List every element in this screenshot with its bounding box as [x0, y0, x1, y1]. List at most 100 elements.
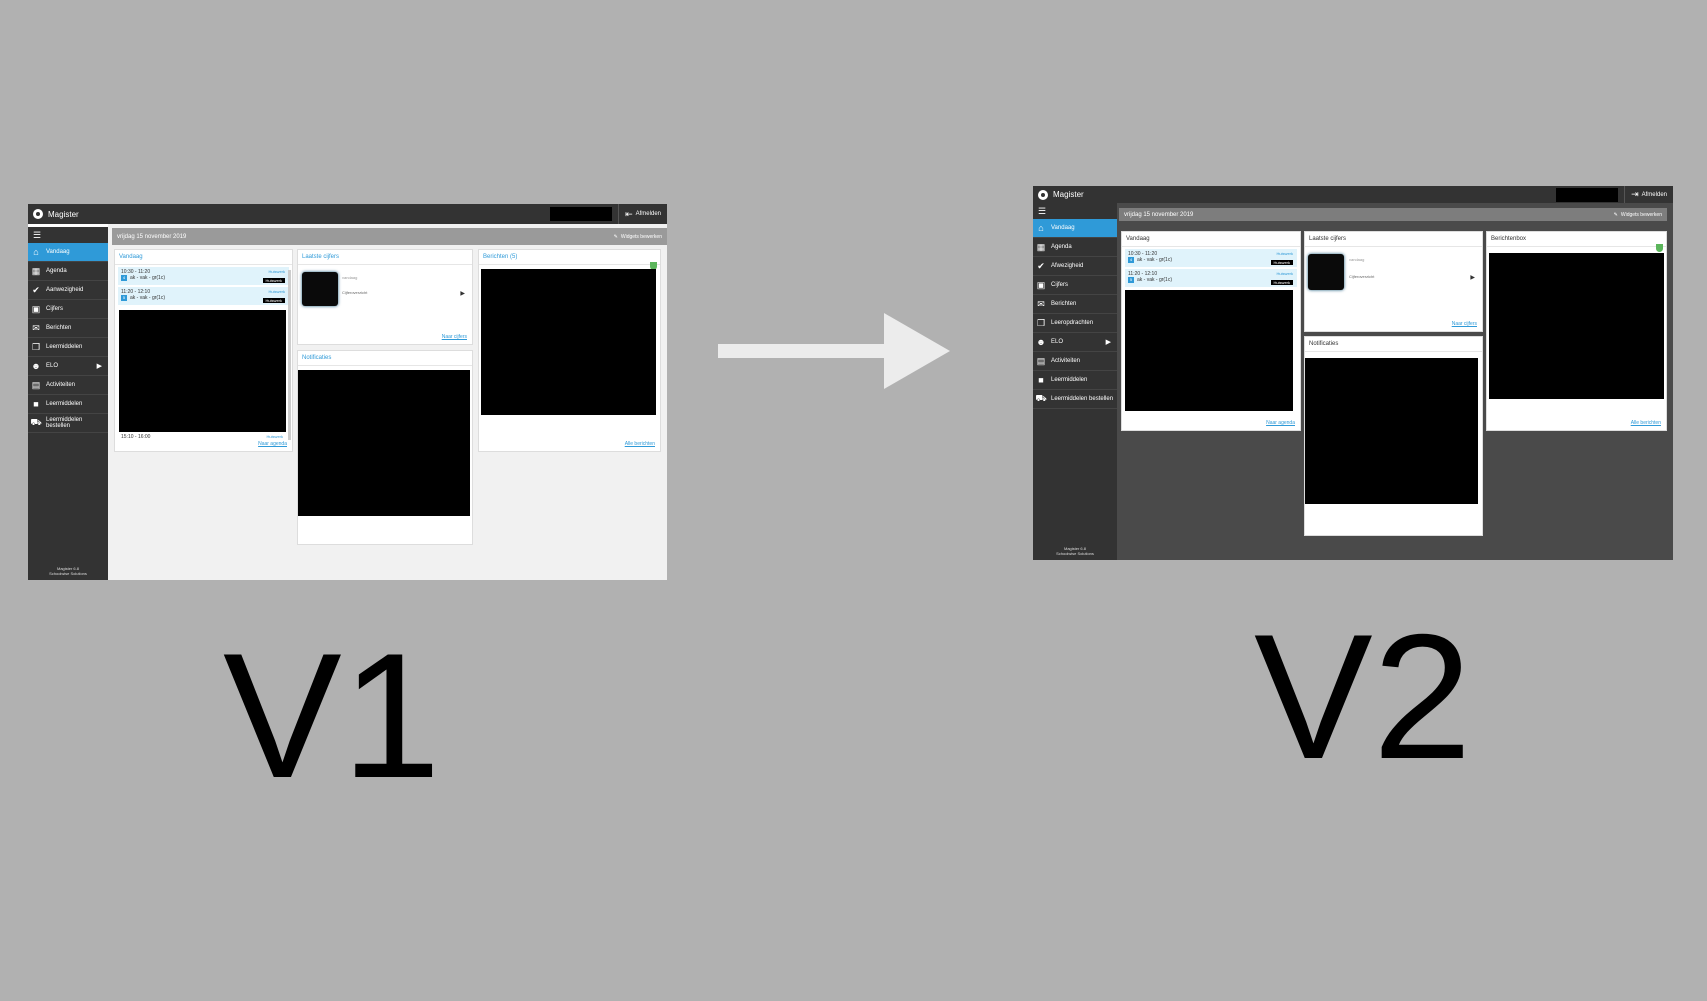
homework-badge[interactable]: Huiswerk: [1277, 271, 1293, 276]
sidebar-item-label: Leermiddelen bestellen: [46, 417, 83, 429]
appointment-time: 15:10 - 16:00: [121, 434, 151, 440]
home-icon: ⌂: [33, 247, 39, 257]
cart-icon: ⛟: [30, 417, 42, 427]
sidebar-item-agenda[interactable]: ▦ Agenda: [1033, 238, 1117, 257]
sidebar-item-aanwezigheid[interactable]: ✔ Aanwezigheid: [28, 281, 108, 300]
v1-topbar: Magister ⇤ Afmelden: [28, 204, 667, 224]
mail-icon: ✉: [1037, 298, 1045, 309]
sidebar-item-agenda[interactable]: ▦ Agenda: [28, 262, 108, 281]
chevron-right-icon[interactable]: ▶: [460, 290, 465, 297]
sidebar-item-cijfers[interactable]: ▣ Cijfers: [28, 300, 108, 319]
grades-icon: ▣: [1036, 279, 1046, 290]
redacted-content: [298, 370, 470, 516]
redacted-content: [481, 269, 656, 415]
homework-chip[interactable]: Huiswerk: [262, 298, 285, 303]
edit-widgets-button[interactable]: ✎ Widgets bewerken: [614, 234, 662, 240]
app-title: Magister: [48, 209, 79, 219]
sidebar-item-activiteiten[interactable]: ▤ Activiteiten: [1033, 352, 1117, 371]
homework-badge[interactable]: Huiswerk: [269, 289, 285, 294]
sidebar-item-leermiddelen[interactable]: ■ Leermiddelen: [28, 395, 108, 414]
alle-berichten-link[interactable]: Alle berichten: [625, 441, 655, 447]
chevron-right-icon: ▶: [96, 363, 102, 370]
appointment-item[interactable]: 10:30 - 11:20 4 ak - vak - gr(1c) Huiswerk H…: [118, 267, 289, 285]
appointment-last[interactable]: 15:10 - 16:00 Huiswerk: [118, 433, 289, 441]
naar-cijfers-link[interactable]: Naar cijfers: [442, 334, 467, 340]
sidebar-item-leermiddelen-bestellen[interactable]: ⛟ Leermiddelen bestellen: [28, 414, 108, 433]
sidebar-item-leermiddelen-bestellen[interactable]: ⛟ Leermiddelen bestellen: [1033, 390, 1117, 409]
sidebar-item-cijfers[interactable]: ▣ Cijfers: [1033, 276, 1117, 295]
check-circle-icon: ✔: [32, 284, 40, 295]
footer-company: Schoolwise Solutions: [1056, 551, 1094, 556]
sidebar-item-leeropdrachten[interactable]: ❒ Leeropdrachten: [1033, 314, 1117, 333]
v1-screenshot: Magister ⇤ Afmelden ☰ ⌂ Vandaag ▦ Agenda ✔ Aa…: [28, 204, 667, 580]
shield-icon: [1656, 244, 1663, 252]
sidebar-item-leermiddelen[interactable]: ■ Leermiddelen: [1033, 371, 1117, 390]
cijfers-panel: Laatste cijfers vandaag Cijferoverzicht …: [297, 249, 473, 345]
home-icon: ⌂: [1038, 223, 1044, 233]
sidebar-item-berichten[interactable]: ✉ Berichten: [1033, 295, 1117, 314]
cart-icon: ⛟: [1035, 393, 1047, 403]
sidebar-item-vandaag[interactable]: ⌂ Vandaag: [1033, 219, 1117, 238]
menu-toggle-icon[interactable]: ☰: [28, 227, 108, 243]
redacted-content: [1125, 290, 1293, 411]
sidebar-item-label: Cijfers: [46, 306, 64, 312]
logout-button[interactable]: ⇥ Afmelden: [1624, 186, 1673, 203]
appointment-course: ak - vak - gr(1c): [1137, 257, 1173, 263]
grade-avatar: [302, 272, 338, 306]
lesson-number: 4: [1128, 257, 1134, 263]
box-icon: ■: [33, 399, 39, 409]
sidebar-item-label: Leermiddelen: [1051, 377, 1088, 383]
sidebar-item-leermiddelen[interactable]: ❒ Leermiddelen: [28, 338, 108, 357]
naar-cijfers-link[interactable]: Naar cijfers: [1452, 321, 1477, 327]
homework-chip[interactable]: Huiswerk: [262, 278, 285, 283]
sidebar-item-label: Aanwezigheid: [46, 287, 84, 293]
magister-logo-icon: [33, 209, 43, 219]
chevron-right-icon[interactable]: ▶: [1470, 274, 1475, 281]
version-label-v2: V2: [1254, 597, 1472, 796]
alle-berichten-link[interactable]: Alle berichten: [1631, 420, 1661, 426]
homework-badge[interactable]: Huiswerk: [267, 434, 283, 439]
homework-badge[interactable]: Huiswerk: [269, 269, 285, 274]
redacted-user-name: [1556, 187, 1619, 202]
sidebar-item-vandaag[interactable]: ⌂ Vandaag: [28, 243, 108, 262]
sidebar-item-berichten[interactable]: ✉ Berichten: [28, 319, 108, 338]
sidebar-item-afwezigheid[interactable]: ✔ Afwezigheid: [1033, 257, 1117, 276]
scrollbar[interactable]: [288, 270, 291, 440]
v1-sidebar: ☰ ⌂ Vandaag ▦ Agenda ✔ Aanwezigheid ▣ Cijfers ✉ B…: [28, 227, 108, 580]
appointment-course: ak - vak - gr(1c): [130, 275, 166, 281]
berichten-panel: Berichtenbox Alle berichten: [1486, 231, 1667, 431]
sidebar-item-label: Afwezigheid: [1051, 263, 1084, 269]
edit-widgets-button[interactable]: ✎ Widgets bewerken: [1614, 212, 1662, 218]
sidebar-item-label: Leermiddelen: [46, 344, 83, 350]
sidebar-item-elo[interactable]: ☻ ELO ▶: [1033, 333, 1117, 352]
naar-agenda-link[interactable]: Naar agenda: [258, 441, 287, 447]
homework-chip[interactable]: Huiswerk: [1270, 280, 1293, 285]
appointment-item[interactable]: 10:30 - 11:20 4 ak - vak - gr(1c) Huiswerk H…: [1125, 249, 1297, 267]
sidebar-item-label: Cijfers: [1051, 282, 1069, 288]
appointment-item[interactable]: 11:20 - 12:10 5 ak - vak - gr(1c) Huiswerk H…: [1125, 269, 1297, 287]
redacted-content: [1489, 253, 1664, 399]
appointments-list: 10:30 - 11:20 4 ak - vak - gr(1c) Huiswerk H…: [115, 267, 292, 305]
appointment-item[interactable]: 11:20 - 12:10 5 ak - vak - gr(1c) Huiswerk H…: [118, 287, 289, 305]
homework-chip[interactable]: Huiswerk: [1270, 260, 1293, 265]
menu-toggle-icon[interactable]: ☰: [1033, 203, 1117, 219]
arrow-shaft: [718, 344, 893, 358]
lesson-number: 5: [121, 295, 127, 301]
sidebar-item-activiteiten[interactable]: ▤ Activiteiten: [28, 376, 108, 395]
sidebar-item-label: Leermiddelen bestellen: [1051, 396, 1114, 402]
current-date: vrijdag 15 november 2019: [1124, 211, 1194, 218]
notificaties-panel: Notificaties: [1304, 336, 1483, 536]
sidebar-item-label: Activiteiten: [1051, 358, 1081, 364]
homework-badge[interactable]: Huiswerk: [1277, 251, 1293, 256]
vandaag-panel: Vandaag 10:30 - 11:20 4 ak - vak - gr(1c) H…: [114, 249, 293, 452]
naar-agenda-link[interactable]: Naar agenda: [1266, 420, 1295, 426]
sidebar-item-elo[interactable]: ☻ ELO ▶: [28, 357, 108, 376]
activity-icon: ▤: [1036, 355, 1046, 366]
grade-subtitle: vandaag: [1349, 257, 1365, 262]
appointment-course: ak - vak - gr(1c): [1137, 277, 1173, 283]
footer-company: Schoolwise Solutions: [49, 571, 87, 576]
logout-button[interactable]: ⇤ Afmelden: [618, 204, 667, 224]
berichten-title: Berichtenbox: [1487, 232, 1666, 247]
app-title: Magister: [1053, 190, 1084, 199]
v1-nav-list: ⌂ Vandaag ▦ Agenda ✔ Aanwezigheid ▣ Cijfers ✉ Ber…: [28, 243, 108, 433]
